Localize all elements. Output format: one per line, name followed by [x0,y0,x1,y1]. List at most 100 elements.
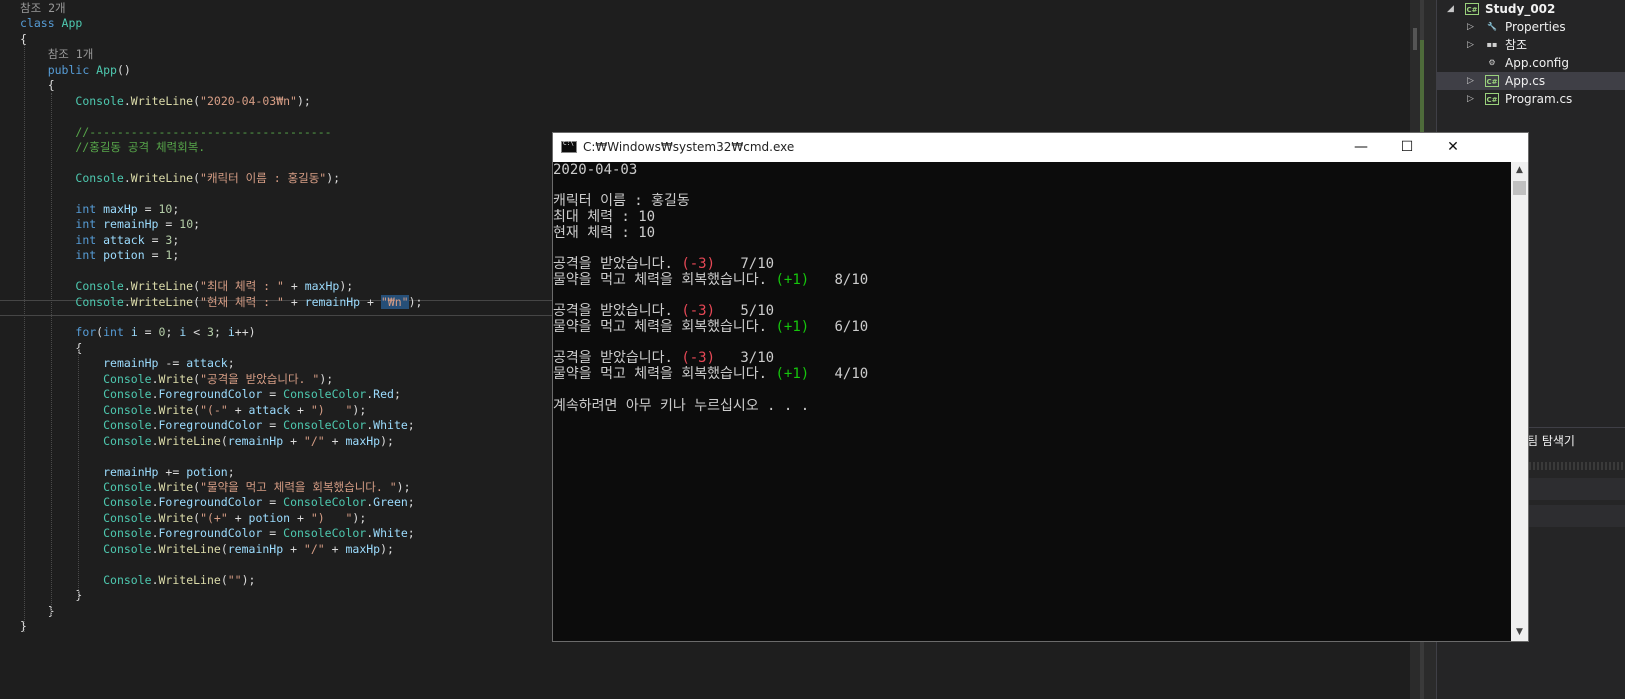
tree-item[interactable]: ▷ 🔧 Properties [1437,18,1625,36]
code-token: potion [186,464,228,479]
code-token: "공격을 받았습니다. " [200,371,320,386]
cmd-titlebar[interactable]: C:₩Windows₩system32₩cmd.exe — ☐ ✕ [553,133,1528,162]
code-token: 3 [207,325,214,340]
code-token: maxHp [345,433,381,448]
code-token: ); [408,294,423,309]
code-token: ); [319,371,334,386]
collapsed-arrow-icon[interactable]: ▷ [1467,36,1474,54]
code-token: = [144,248,166,263]
code-token: 참조 1개 [20,47,94,62]
console-output[interactable]: 2020-04-03 캐릭터 이름 : 홍길동 최대 체력 : 10 현재 체력 : … [553,162,1511,641]
code-token: remainHp [227,541,284,556]
code-token: . [123,294,131,309]
code-line: Console.Write("공격을 받았습니다. "); [20,371,333,387]
collapsed-arrow-icon[interactable]: ▷ [1467,90,1474,108]
code-token: class [20,16,62,31]
expanded-arrow-icon[interactable]: ◢ [1447,0,1454,18]
wrench-icon: 🔧 [1487,22,1497,31]
code-token: . [151,418,159,433]
console-scrollbar[interactable]: ▲ ▼ [1511,162,1528,641]
scroll-down-icon[interactable]: ▼ [1511,624,1528,641]
csharp-project-icon: C# [1465,3,1479,15]
code-token: "최대 체력 : " [200,279,284,294]
code-token: ( [220,572,228,587]
code-token: ); [352,402,367,417]
code-token: ConsoleColor [283,387,367,402]
code-token: Write [158,402,194,417]
code-line: { [20,77,55,93]
code-token: ConsoleColor [283,418,367,433]
console-text: (+1) [775,271,810,288]
console-text: 계속하려면 아무 키나 누르십시오 . . . [553,397,810,414]
code-token: ; [213,325,228,340]
console-text: (+1) [775,319,810,335]
code-token: ConsoleColor [283,526,367,541]
console-text: 2020-04-03 [553,162,638,178]
code-token: maxHp [304,279,340,294]
code-token: //홍길동 공격 체력회복. [20,140,206,155]
code-token: ; [172,248,180,263]
cmd-app-icon[interactable] [561,140,577,153]
code-token: ; [227,356,235,371]
code-token: = [262,495,284,510]
scroll-up-icon[interactable]: ▲ [1511,162,1528,179]
code-token: + [283,279,305,294]
tree-item[interactable]: ▷ ▪▪ 참조 [1437,36,1625,54]
code-token: WriteLine [130,294,194,309]
code-token: . [151,495,159,510]
code-token: Console [103,371,152,386]
cmd-window[interactable]: C:₩Windows₩system32₩cmd.exe — ☐ ✕ 2020-0… [552,132,1529,642]
code-token: attack [186,356,228,371]
code-token: = [262,387,284,402]
collapsed-arrow-icon[interactable]: ▷ [1467,72,1474,90]
console-line: 물약을 먹고 체력을 회복했습니다. (+1) 4/10 [553,366,868,382]
code-token: for [75,325,97,340]
code-token: ; [172,201,180,216]
scroll-thumb[interactable] [1513,181,1526,195]
code-token: "현재 체력 : " [200,294,284,309]
code-token: remainHp [227,433,284,448]
console-text: 공격을 받았습니다. [553,256,682,273]
code-token: () [116,62,131,77]
code-token: ; [393,387,401,402]
code-token: + [227,402,249,417]
tree-item[interactable]: ▷ C# App.cs [1437,72,1625,90]
team-explorer-label: 팀 탐색기 [1527,434,1575,448]
code-token: . [151,402,159,417]
code-line: //----------------------------------- [20,124,331,140]
code-token: "(+" [200,510,228,525]
code-line: //홍길동 공격 체력회복. [20,139,205,155]
code-token: ; [165,325,180,340]
tree-item[interactable]: ◢ C# Study_002 [1437,0,1625,18]
code-token: "/" [303,433,325,448]
code-token: ForegroundColor [158,418,263,433]
collapsed-arrow-icon[interactable]: ▷ [1467,18,1474,36]
maximize-button[interactable]: ☐ [1384,133,1430,162]
code-token: ; [227,464,235,479]
console-line: 2020-04-03 [553,162,637,178]
code-token: Write [158,510,194,525]
code-token: ; [172,232,180,247]
code-line: public App() [20,62,131,78]
code-line: class App [20,15,82,31]
console-text: 물약을 먹고 체력을 회복했습니다. [553,271,776,288]
code-token: remainHp [103,217,159,232]
tree-item[interactable]: ▷ C# Program.cs [1437,90,1625,108]
tree-item[interactable]: ⚙ App.config [1437,54,1625,72]
code-token: Console [103,526,152,541]
code-token: WriteLine [158,572,221,587]
code-line: Console.ForegroundColor = ConsoleColor.G… [20,494,415,510]
console-text: 공격을 받았습니다. [553,350,682,367]
code-token: = [262,418,284,433]
code-token: WriteLine [158,541,221,556]
code-token: Console [103,572,152,587]
close-button[interactable]: ✕ [1430,133,1476,162]
minimize-button[interactable]: — [1338,133,1384,162]
code-token: + [290,402,311,417]
console-text: (+1) [775,366,810,383]
code-line: Console.Write("(-" + attack + ") "); [20,402,366,418]
